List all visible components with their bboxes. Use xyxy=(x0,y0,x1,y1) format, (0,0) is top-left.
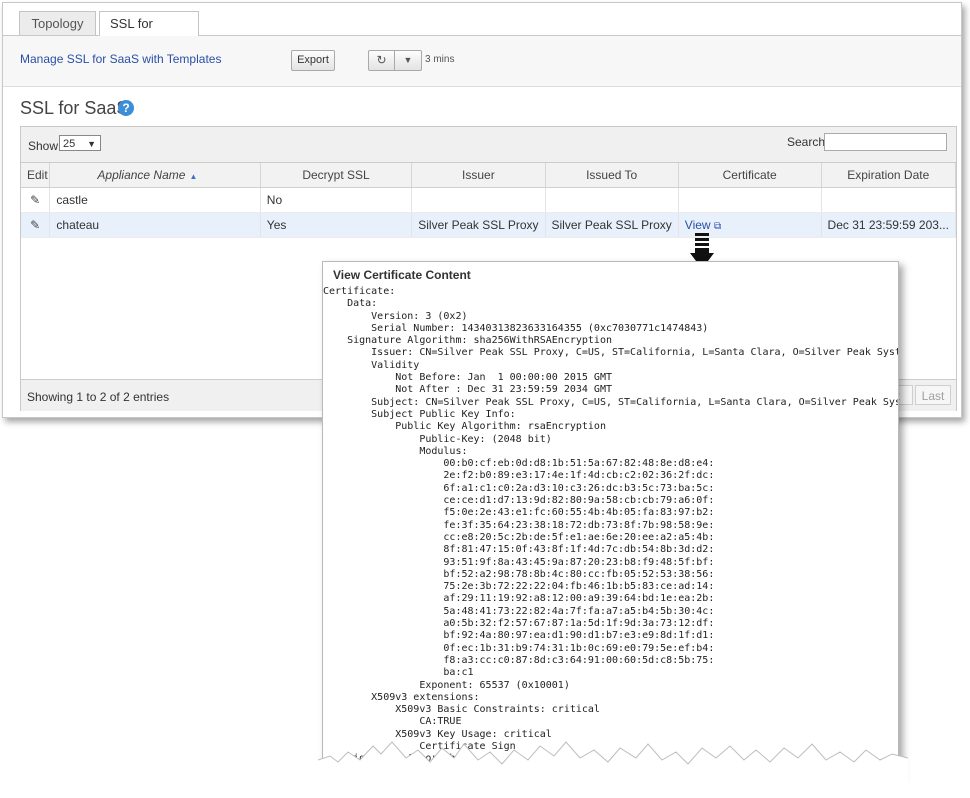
appliance-name: castle xyxy=(49,187,261,213)
issued-to-value xyxy=(545,187,679,213)
issuer-value xyxy=(411,187,546,213)
table-controls: Show 25 ▼ Search xyxy=(21,127,956,163)
entries-info: Showing 1 to 2 of 2 entries xyxy=(27,390,170,404)
col-decrypt-ssl[interactable]: Decrypt SSL xyxy=(260,163,413,188)
col-certificate[interactable]: Certificate xyxy=(678,163,822,188)
last-page-button[interactable]: Last xyxy=(915,385,951,405)
tab-topology[interactable]: Topology xyxy=(19,11,96,35)
torn-edge-decoration xyxy=(318,741,908,798)
edit-icon[interactable]: ✎ xyxy=(21,212,51,238)
help-icon[interactable]: ? xyxy=(118,100,134,116)
issuer-value: Silver Peak SSL Proxy xyxy=(411,212,546,238)
decrypt-ssl-value: No xyxy=(260,187,413,213)
col-issued-to[interactable]: Issued To xyxy=(545,163,679,188)
ssl-table: Edit Appliance Name ▲ Decrypt SSL Issuer … xyxy=(21,163,957,238)
decrypt-ssl-value: Yes xyxy=(260,212,413,238)
col-issuer[interactable]: Issuer xyxy=(411,163,546,188)
page-size-value: 25 xyxy=(63,138,76,150)
table-row: ✎ chateau Yes Silver Peak SSL Proxy Silv… xyxy=(21,212,957,238)
expiration-value xyxy=(821,187,957,213)
page-title: SSL for SaaS xyxy=(20,98,129,118)
col-edit: Edit xyxy=(21,163,51,188)
page-size-select[interactable]: 25 ▼ xyxy=(59,135,101,151)
view-certificate-link[interactable]: View xyxy=(685,218,711,232)
edit-icon[interactable]: ✎ xyxy=(21,187,51,213)
certificate-popup: View Certificate Content Certificate: Da… xyxy=(322,261,899,778)
sort-asc-icon: ▲ xyxy=(189,172,198,181)
refresh-button-group: ↻ ▼ xyxy=(368,50,422,71)
col-expiration-date[interactable]: Expiration Date xyxy=(821,163,957,188)
table-row: ✎ castle No xyxy=(21,187,957,213)
col-appliance-name[interactable]: Appliance Name ▲ xyxy=(49,163,261,188)
manage-templates-link[interactable]: Manage SSL for SaaS with Templates xyxy=(20,52,221,66)
tab-ssl-for-saas[interactable]: SSL for SaaS × xyxy=(99,11,199,54)
popup-title: View Certificate Content xyxy=(333,268,471,282)
external-link-icon: ⧉ xyxy=(713,221,722,232)
export-button[interactable]: Export xyxy=(291,50,335,71)
refresh-icon[interactable]: ↻ xyxy=(369,51,395,70)
show-label: Show xyxy=(28,139,59,153)
search-label: Search xyxy=(787,135,826,149)
refresh-interval: 3 mins xyxy=(425,54,455,65)
search-input[interactable] xyxy=(824,133,947,151)
certificate-content: Certificate: Data: Version: 3 (0x2) Seri… xyxy=(323,286,898,764)
chevron-down-icon: ▼ xyxy=(87,139,96,149)
col-appliance-label: Appliance Name xyxy=(97,168,186,182)
expiration-value: Dec 31 23:59:59 203... xyxy=(821,212,957,238)
toolbar: Manage SSL for SaaS with Templates Expor… xyxy=(3,36,961,87)
chevron-down-icon[interactable]: ▼ xyxy=(395,51,421,70)
issued-to-value: Silver Peak SSL Proxy xyxy=(545,212,679,238)
certificate-value xyxy=(678,187,822,213)
appliance-name: chateau xyxy=(49,212,261,238)
tab-bar: Topology SSL for SaaS × xyxy=(3,3,961,54)
